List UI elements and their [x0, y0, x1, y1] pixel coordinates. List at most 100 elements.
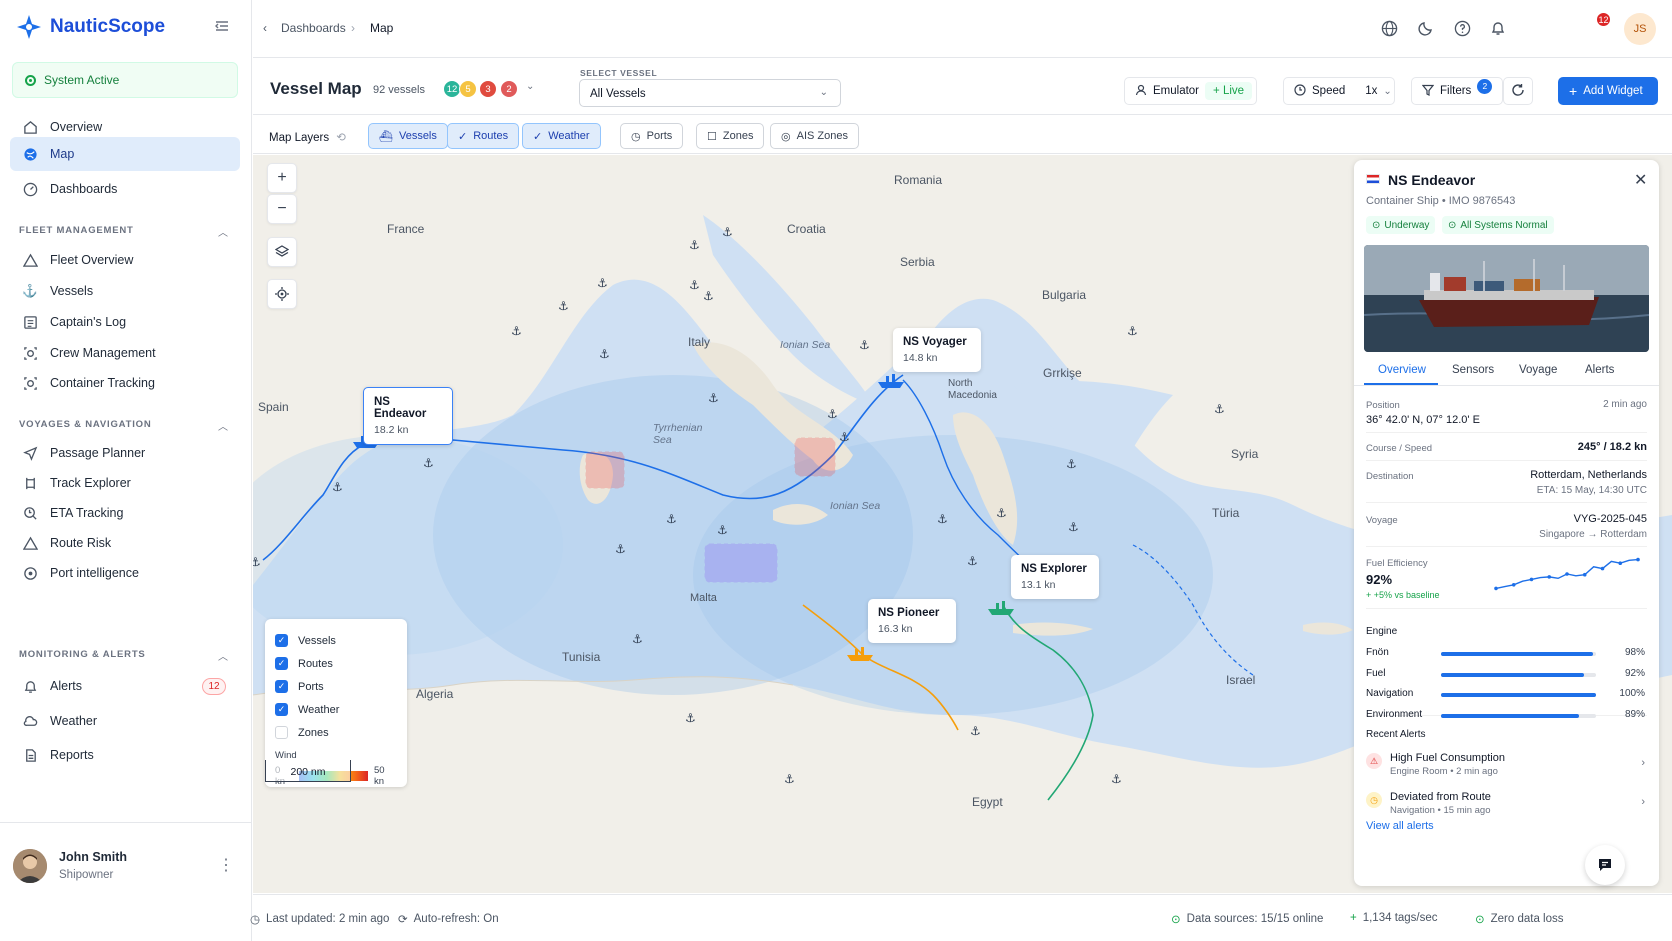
system-status-badge: System Active — [12, 62, 238, 98]
nav-captains-log[interactable]: Captain's Log — [10, 305, 240, 339]
alert-meta: Engine Room • 2 min ago — [1390, 766, 1498, 777]
chevron-up-icon[interactable]: ︿ — [218, 224, 228, 239]
layer-chip-ais-zones[interactable]: ◎ AIS Zones — [770, 123, 859, 149]
nav-label: Port intelligence — [50, 566, 139, 580]
nav-alerts[interactable]: Alerts 12 — [10, 669, 240, 703]
vessel-label-pioneer[interactable]: NS Pioneer 16.3 kn — [868, 599, 956, 643]
back-chevron-icon[interactable]: ‹ — [255, 18, 275, 38]
container-icon — [22, 375, 38, 391]
layer-chip-weather[interactable]: ✓ Weather — [522, 123, 601, 149]
zoom-in-button[interactable]: + — [267, 163, 297, 193]
weather-zone-2 — [794, 437, 836, 477]
refresh-button[interactable] — [1503, 77, 1533, 105]
emulator-label[interactable]: Emulator — [1153, 85, 1199, 97]
emulator-live-toggle[interactable]: Emulator + Live — [1124, 77, 1258, 105]
layer-chip-zones[interactable]: ☐ Zones — [696, 123, 765, 149]
vessel-select[interactable]: All Vessels ⌄ — [579, 79, 841, 107]
nav-port-intelligence[interactable]: Port intelligence — [10, 556, 240, 590]
clock-icon: ◷ — [1366, 792, 1382, 808]
nav-crew-management[interactable]: Crew Management — [10, 336, 240, 370]
chevron-right-icon[interactable]: › — [1641, 757, 1645, 769]
nav-vessels[interactable]: ⚓ Vessels — [10, 274, 240, 308]
globe-icon[interactable] — [1379, 18, 1399, 38]
nav-route-risk[interactable]: Route Risk — [10, 526, 240, 560]
help-icon[interactable] — [1452, 18, 1472, 38]
legend-vessels[interactable]: ✓ Vessels — [275, 629, 397, 652]
data-sources-status: ⊙ Data sources: 15/15 online — [1171, 913, 1324, 926]
weather-zone-3 — [704, 543, 778, 583]
sync-icon[interactable]: ⟲ — [336, 132, 346, 144]
vessel-select-value: All Vessels — [590, 88, 646, 100]
layers-icon[interactable] — [267, 237, 297, 267]
nav-reports[interactable]: Reports — [10, 738, 240, 772]
nav-eta-tracking[interactable]: ETA Tracking — [10, 496, 240, 530]
chevron-up-icon[interactable]: ︿ — [218, 648, 228, 663]
user-avatar-initials[interactable]: JS — [1624, 13, 1656, 45]
add-widget-button[interactable]: + Add Widget — [1558, 77, 1658, 105]
more-vertical-icon[interactable]: ⋮ — [218, 855, 234, 875]
status-tag-systems: ⊙ All Systems Normal — [1442, 216, 1554, 234]
close-icon[interactable]: ✕ — [1634, 170, 1647, 190]
sidebar-collapse-icon[interactable] — [212, 18, 232, 38]
tab-overview[interactable]: Overview — [1378, 364, 1426, 376]
view-all-alerts-link[interactable]: View all alerts — [1366, 820, 1434, 832]
locate-icon[interactable] — [267, 279, 297, 309]
layer-chip-ports[interactable]: ◷ Ports — [620, 123, 684, 149]
logo-icon — [17, 15, 41, 39]
tab-voyage[interactable]: Voyage — [1519, 364, 1557, 376]
legend-ports[interactable]: ✓ Ports — [275, 675, 397, 698]
nav-passage-planner[interactable]: Passage Planner — [10, 436, 240, 470]
nav-container-tracking[interactable]: Container Tracking — [10, 366, 240, 400]
user-profile[interactable]: John Smith Shipowner ⋮ — [0, 822, 252, 902]
vessel-label-endeavor[interactable]: NS Endeavor 18.2 kn — [363, 387, 453, 445]
moon-icon[interactable] — [1416, 18, 1436, 38]
layer-chip-vessels[interactable]: ⛴ Vessels — [368, 123, 448, 149]
alert-title[interactable]: High Fuel Consumption — [1390, 752, 1505, 764]
alert-title[interactable]: Deviated from Route — [1390, 791, 1491, 803]
legend-zones[interactable]: Zones — [275, 721, 397, 744]
status-pill-yellow[interactable]: 5 — [459, 80, 477, 98]
bell-icon[interactable] — [1488, 18, 1508, 38]
tab-alerts[interactable]: Alerts — [1585, 364, 1614, 376]
vessel-name: NS Pioneer — [878, 607, 940, 619]
checkbox-checked-icon[interactable]: ✓ — [275, 657, 288, 670]
layer-chip-routes[interactable]: ✓ Routes — [447, 123, 520, 149]
chat-button[interactable] — [1585, 845, 1625, 885]
app-name: NauticScope — [50, 16, 166, 37]
vessel-label-voyager[interactable]: NS Voyager 14.8 kn — [893, 328, 981, 372]
vessel-label-explorer[interactable]: NS Explorer 13.1 kn — [1011, 555, 1099, 599]
speed-select[interactable]: Speed 1x ⌄ — [1283, 77, 1395, 105]
search-clock-icon — [22, 505, 38, 521]
checkbox-checked-icon[interactable]: ✓ — [275, 703, 288, 716]
nav-fleet-overview[interactable]: Fleet Overview — [10, 243, 240, 277]
auto-refresh-toggle[interactable]: ⟳ Auto-refresh: On — [398, 912, 499, 926]
live-button[interactable]: + Live — [1205, 82, 1253, 100]
fuel-value: 92% — [1366, 572, 1393, 587]
nav-map[interactable]: Map — [10, 137, 240, 171]
status-pill-red[interactable]: 3 — [479, 80, 497, 98]
logo[interactable]: NauticScope — [16, 14, 165, 40]
engine-metric-label: Environment — [1366, 708, 1423, 720]
legend-routes[interactable]: ✓ Routes — [275, 652, 397, 675]
zoom-out-button[interactable]: − — [267, 194, 297, 224]
port-anchor-icon: ⚓ — [1068, 520, 1079, 534]
place-label: North Macedonia — [948, 378, 997, 401]
alert-meta: Navigation • 15 min ago — [1390, 805, 1491, 816]
chevron-right-icon[interactable]: › — [1641, 796, 1645, 808]
fuel-label: Fuel Efficiency — [1366, 558, 1428, 569]
filters-button[interactable]: Filters 2 — [1411, 77, 1504, 105]
tab-sensors[interactable]: Sensors — [1452, 364, 1494, 376]
chevron-up-icon[interactable]: ︿ — [218, 418, 228, 433]
status-pill-red-2[interactable]: 2 — [500, 80, 518, 98]
nav-weather[interactable]: Weather — [10, 704, 240, 738]
legend-weather[interactable]: ✓ Weather — [275, 698, 397, 721]
vessel-photo — [1364, 245, 1649, 352]
breadcrumb-dashboards[interactable]: Dashboards — [281, 21, 346, 35]
nav-track-explorer[interactable]: Track Explorer — [10, 466, 240, 500]
checkbox-empty-icon[interactable] — [275, 726, 288, 739]
checkbox-checked-icon[interactable]: ✓ — [275, 680, 288, 693]
checkbox-checked-icon[interactable]: ✓ — [275, 634, 288, 647]
nav-dashboards[interactable]: Dashboards — [10, 172, 240, 206]
chevron-down-icon[interactable]: ⌄ — [526, 81, 534, 92]
user-name: John Smith — [59, 850, 128, 864]
